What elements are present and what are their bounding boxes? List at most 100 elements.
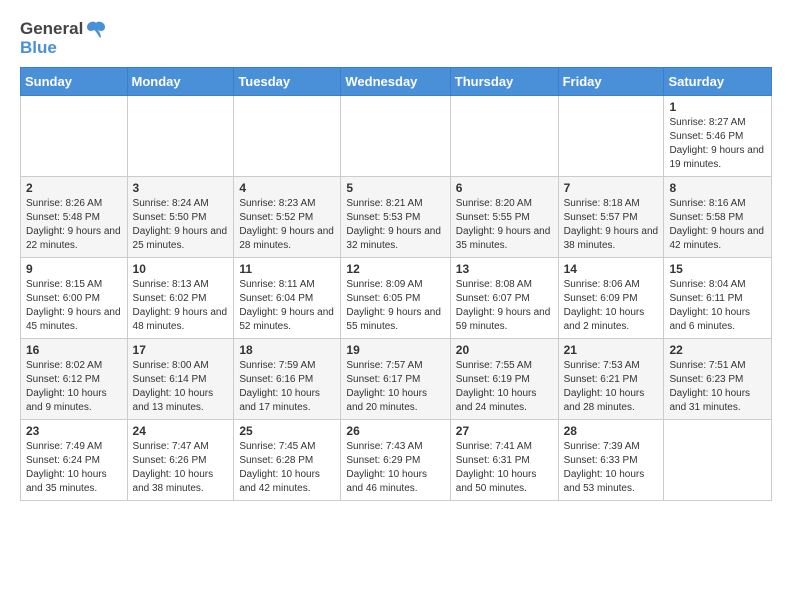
calendar-cell: 26 Sunrise: 7:43 AM Sunset: 6:29 PM Dayli… <box>341 420 450 501</box>
calendar-cell: 22 Sunrise: 7:51 AM Sunset: 6:23 PM Dayli… <box>664 339 772 420</box>
calendar-cell: 28 Sunrise: 7:39 AM Sunset: 6:33 PM Dayli… <box>558 420 664 501</box>
day-number: 2 <box>26 181 122 195</box>
day-number: 13 <box>456 262 553 276</box>
day-info: Sunrise: 7:39 AM Sunset: 6:33 PM Dayligh… <box>564 440 659 496</box>
calendar-week-1: 1 Sunrise: 8:27 AM Sunset: 5:46 PM Daylig… <box>21 96 772 177</box>
weekday-header-saturday: Saturday <box>664 68 772 96</box>
day-info: Sunrise: 8:24 AM Sunset: 5:50 PM Dayligh… <box>133 197 229 253</box>
day-info: Sunrise: 7:49 AM Sunset: 6:24 PM Dayligh… <box>26 440 122 496</box>
calendar-cell: 5Sunrise: 8:21 AM Sunset: 5:53 PM Daylig… <box>341 177 450 258</box>
weekday-header-row: SundayMondayTuesdayWednesdayThursdayFrid… <box>21 68 772 96</box>
day-number: 27 <box>456 424 553 438</box>
page-header: General Blue <box>20 20 772 57</box>
calendar-cell <box>558 96 664 177</box>
day-number: 26 <box>346 424 444 438</box>
day-info: Sunrise: 8:02 AM Sunset: 6:12 PM Dayligh… <box>26 359 122 415</box>
day-info: Sunrise: 8:13 AM Sunset: 6:02 PM Dayligh… <box>133 278 229 334</box>
day-info: Sunrise: 8:04 AM Sunset: 6:11 PM Dayligh… <box>669 278 766 334</box>
day-number: 12 <box>346 262 444 276</box>
calendar-cell: 2 Sunrise: 8:26 AM Sunset: 5:48 PM Daylig… <box>21 177 128 258</box>
day-info: Sunrise: 8:26 AM Sunset: 5:48 PM Dayligh… <box>26 197 122 253</box>
calendar-cell <box>664 420 772 501</box>
calendar-cell: 16 Sunrise: 8:02 AM Sunset: 6:12 PM Dayli… <box>21 339 128 420</box>
calendar-table: SundayMondayTuesdayWednesdayThursdayFrid… <box>20 67 772 501</box>
calendar-week-5: 23 Sunrise: 7:49 AM Sunset: 6:24 PM Dayli… <box>21 420 772 501</box>
weekday-header-thursday: Thursday <box>450 68 558 96</box>
calendar-cell: 13 Sunrise: 8:08 AM Sunset: 6:07 PM Dayli… <box>450 258 558 339</box>
day-number: 6 <box>456 181 553 195</box>
calendar-cell <box>21 96 128 177</box>
day-number: 3 <box>133 181 229 195</box>
calendar-week-3: 9 Sunrise: 8:15 AM Sunset: 6:00 PM Daylig… <box>21 258 772 339</box>
day-number: 20 <box>456 343 553 357</box>
day-info: Sunrise: 7:59 AM Sunset: 6:16 PM Dayligh… <box>239 359 335 415</box>
day-info: Sunrise: 8:06 AM Sunset: 6:09 PM Dayligh… <box>564 278 659 334</box>
logo: General Blue <box>20 20 107 57</box>
day-number: 25 <box>239 424 335 438</box>
day-info: Sunrise: 8:08 AM Sunset: 6:07 PM Dayligh… <box>456 278 553 334</box>
day-info: Sunrise: 7:57 AM Sunset: 6:17 PM Dayligh… <box>346 359 444 415</box>
day-info: Sunrise: 8:18 AM Sunset: 5:57 PM Dayligh… <box>564 197 659 253</box>
calendar-body: 1 Sunrise: 8:27 AM Sunset: 5:46 PM Daylig… <box>21 96 772 501</box>
day-number: 28 <box>564 424 659 438</box>
calendar-cell: 3 Sunrise: 8:24 AM Sunset: 5:50 PM Daylig… <box>127 177 234 258</box>
calendar-cell <box>450 96 558 177</box>
day-info: Sunrise: 7:53 AM Sunset: 6:21 PM Dayligh… <box>564 359 659 415</box>
calendar-week-4: 16 Sunrise: 8:02 AM Sunset: 6:12 PM Dayli… <box>21 339 772 420</box>
day-number: 16 <box>26 343 122 357</box>
day-number: 11 <box>239 262 335 276</box>
day-number: 17 <box>133 343 229 357</box>
day-number: 10 <box>133 262 229 276</box>
calendar-cell: 24 Sunrise: 7:47 AM Sunset: 6:26 PM Dayli… <box>127 420 234 501</box>
calendar-cell: 21 Sunrise: 7:53 AM Sunset: 6:21 PM Dayli… <box>558 339 664 420</box>
day-number: 1 <box>669 100 766 114</box>
calendar-cell: 23 Sunrise: 7:49 AM Sunset: 6:24 PM Dayli… <box>21 420 128 501</box>
calendar-cell: 10 Sunrise: 8:13 AM Sunset: 6:02 PM Dayli… <box>127 258 234 339</box>
calendar-week-2: 2 Sunrise: 8:26 AM Sunset: 5:48 PM Daylig… <box>21 177 772 258</box>
calendar-cell: 8 Sunrise: 8:16 AM Sunset: 5:58 PM Daylig… <box>664 177 772 258</box>
calendar-cell: 25Sunrise: 7:45 AM Sunset: 6:28 PM Dayli… <box>234 420 341 501</box>
calendar-cell: 19 Sunrise: 7:57 AM Sunset: 6:17 PM Dayli… <box>341 339 450 420</box>
day-info: Sunrise: 7:51 AM Sunset: 6:23 PM Dayligh… <box>669 359 766 415</box>
day-number: 9 <box>26 262 122 276</box>
day-number: 15 <box>669 262 766 276</box>
calendar-cell: 14Sunrise: 8:06 AM Sunset: 6:09 PM Dayli… <box>558 258 664 339</box>
day-number: 8 <box>669 181 766 195</box>
day-number: 7 <box>564 181 659 195</box>
weekday-header-wednesday: Wednesday <box>341 68 450 96</box>
day-info: Sunrise: 8:27 AM Sunset: 5:46 PM Dayligh… <box>669 116 766 172</box>
calendar-cell <box>234 96 341 177</box>
logo-general-text: General <box>20 20 83 39</box>
weekday-header-monday: Monday <box>127 68 234 96</box>
day-info: Sunrise: 7:47 AM Sunset: 6:26 PM Dayligh… <box>133 440 229 496</box>
calendar-cell: 15 Sunrise: 8:04 AM Sunset: 6:11 PM Dayli… <box>664 258 772 339</box>
weekday-header-friday: Friday <box>558 68 664 96</box>
day-info: Sunrise: 7:41 AM Sunset: 6:31 PM Dayligh… <box>456 440 553 496</box>
calendar-cell: 18Sunrise: 7:59 AM Sunset: 6:16 PM Dayli… <box>234 339 341 420</box>
day-number: 22 <box>669 343 766 357</box>
day-number: 21 <box>564 343 659 357</box>
day-number: 24 <box>133 424 229 438</box>
calendar-cell <box>127 96 234 177</box>
day-number: 23 <box>26 424 122 438</box>
day-number: 5 <box>346 181 444 195</box>
day-info: Sunrise: 7:43 AM Sunset: 6:29 PM Dayligh… <box>346 440 444 496</box>
day-info: Sunrise: 7:55 AM Sunset: 6:19 PM Dayligh… <box>456 359 553 415</box>
calendar-cell: 6 Sunrise: 8:20 AM Sunset: 5:55 PM Daylig… <box>450 177 558 258</box>
logo-blue-text: Blue <box>20 39 57 58</box>
calendar-cell: 1 Sunrise: 8:27 AM Sunset: 5:46 PM Daylig… <box>664 96 772 177</box>
weekday-header-tuesday: Tuesday <box>234 68 341 96</box>
weekday-header-sunday: Sunday <box>21 68 128 96</box>
calendar-cell: 12Sunrise: 8:09 AM Sunset: 6:05 PM Dayli… <box>341 258 450 339</box>
day-info: Sunrise: 8:23 AM Sunset: 5:52 PM Dayligh… <box>239 197 335 253</box>
day-info: Sunrise: 8:15 AM Sunset: 6:00 PM Dayligh… <box>26 278 122 334</box>
calendar-cell: 4Sunrise: 8:23 AM Sunset: 5:52 PM Daylig… <box>234 177 341 258</box>
day-info: Sunrise: 8:11 AM Sunset: 6:04 PM Dayligh… <box>239 278 335 334</box>
calendar-cell <box>341 96 450 177</box>
calendar-cell: 7 Sunrise: 8:18 AM Sunset: 5:57 PM Daylig… <box>558 177 664 258</box>
day-info: Sunrise: 8:20 AM Sunset: 5:55 PM Dayligh… <box>456 197 553 253</box>
day-number: 19 <box>346 343 444 357</box>
calendar-cell: 27 Sunrise: 7:41 AM Sunset: 6:31 PM Dayli… <box>450 420 558 501</box>
calendar-cell: 20 Sunrise: 7:55 AM Sunset: 6:19 PM Dayli… <box>450 339 558 420</box>
day-info: Sunrise: 8:16 AM Sunset: 5:58 PM Dayligh… <box>669 197 766 253</box>
